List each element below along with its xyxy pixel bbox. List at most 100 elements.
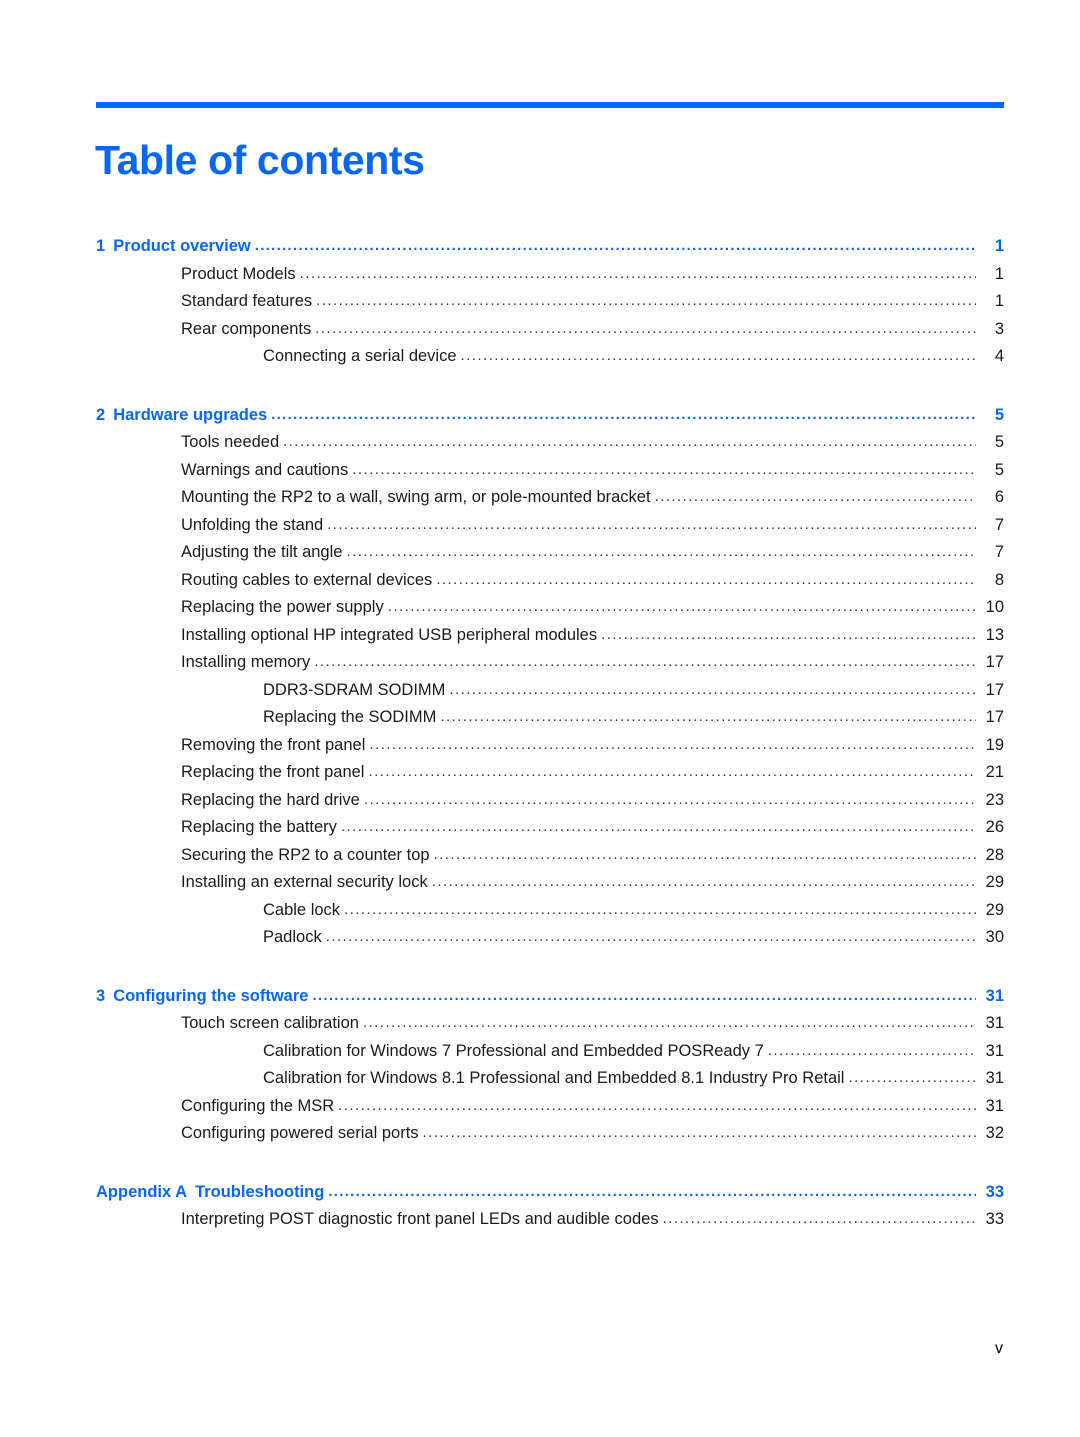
toc-leader-dots: ........................................…: [312, 987, 976, 1003]
toc-section-entry-level-1[interactable]: Tools needed............................…: [96, 434, 1004, 451]
toc-entry-label: Calibration for Windows 8.1 Professional…: [263, 1070, 844, 1087]
toc-section-entry-level-2[interactable]: Calibration for Windows 7 Professional a…: [96, 1042, 1004, 1060]
toc-entry-label: Removing the front panel: [181, 736, 365, 754]
toc-section-entry-level-1[interactable]: Removing the front panel................…: [96, 736, 1004, 754]
toc-section-entry-level-1[interactable]: Installing optional HP integrated USB pe…: [96, 626, 1004, 644]
toc-section-entry-level-1[interactable]: Replacing the power supply..............…: [96, 599, 1004, 616]
toc-section-entry-level-1[interactable]: Routing cables to external devices......…: [96, 570, 1004, 589]
toc-entry-label: Replacing the battery: [181, 819, 337, 836]
toc-section-entry-level-1[interactable]: Interpreting POST diagnostic front panel…: [96, 1211, 1004, 1228]
toc-chapter-entry[interactable]: 3 Configuring the software...............…: [96, 986, 1004, 1005]
toc-section-entry-level-1[interactable]: Product Models..........................…: [96, 264, 1004, 283]
toc-section-spacer: [96, 946, 1004, 962]
toc-section-entry-level-1[interactable]: Replacing the front panel...............…: [96, 764, 1004, 781]
toc-section-entry-level-1[interactable]: Configuring the MSR.....................…: [96, 1096, 1004, 1115]
toc-leader-dots: ........................................…: [460, 348, 976, 363]
toc-section-entry-level-2[interactable]: Replacing the SODIMM....................…: [96, 709, 1004, 726]
toc-section-entry-level-1[interactable]: Configuring powered serial ports........…: [96, 1125, 1004, 1142]
toc-entry-label: Configuring powered serial ports: [181, 1125, 419, 1142]
toc-section-entry-level-1[interactable]: Installing an external security lock....…: [96, 874, 1004, 891]
toc-entry-text: Standard features: [181, 292, 313, 310]
toc-section-entry-level-1[interactable]: Warnings and cautions...................…: [96, 461, 1004, 479]
toc-entry-page-number: 1: [994, 264, 1004, 283]
toc-entry-page-number: 6: [994, 488, 1004, 506]
toc-leader-dots: ........................................…: [327, 516, 976, 532]
toc-section-entry-level-1[interactable]: Touch screen calibration................…: [96, 1015, 1004, 1032]
toc-section-entry-level-1[interactable]: Installing memory.......................…: [96, 654, 1004, 671]
toc-section-entry-level-2[interactable]: DDR3-SDRAM SODIMM.......................…: [96, 680, 1004, 699]
toc-entry-number: 1: [96, 237, 106, 255]
toc-entry-text: Troubleshooting: [195, 1182, 325, 1201]
toc-entry-text: Product Models: [181, 264, 296, 283]
toc-entry-page-number: 5: [994, 405, 1004, 424]
toc-leader-dots: ........................................…: [767, 1042, 976, 1058]
toc-leader-dots: ........................................…: [662, 1211, 976, 1226]
toc-section-entry-level-1[interactable]: Adjusting the tilt angle................…: [96, 544, 1004, 561]
toc-leader-dots: ........................................…: [340, 819, 976, 834]
toc-entry-page-number: 7: [994, 515, 1004, 534]
toc-entry-page-number: 30: [985, 928, 1004, 946]
toc-entry-label: Cable lock: [263, 901, 340, 919]
table-of-contents: 1 Product overview.......................…: [96, 238, 1004, 1228]
toc-leader-dots: ........................................…: [433, 846, 976, 862]
toc-section-entry-level-1[interactable]: Unfolding the stand.....................…: [96, 515, 1004, 534]
toc-entry-label: Rear components: [181, 319, 312, 338]
toc-entry-page-number: 28: [985, 845, 1004, 864]
toc-chapter-entry[interactable]: 2 Hardware upgrades......................…: [96, 405, 1004, 424]
toc-entry-label: Securing the RP2 to a counter top: [181, 845, 430, 864]
toc-leader-dots: ........................................…: [431, 874, 976, 889]
toc-entry-page-number: 33: [985, 1210, 1004, 1228]
toc-entry-label: Adjusting the tilt angle: [181, 544, 342, 561]
toc-section-entry-level-2[interactable]: Padlock.................................…: [96, 929, 1004, 946]
toc-entry-text: Unfolding the stand: [181, 515, 324, 534]
toc-entry-label: Replacing the SODIMM: [263, 709, 436, 726]
toc-entry-number: Appendix A: [96, 1182, 188, 1201]
toc-entry-label: Standard features: [181, 293, 312, 310]
toc-leader-dots: ........................................…: [352, 461, 976, 477]
toc-leader-dots: ........................................…: [283, 434, 976, 449]
toc-chapter-entry[interactable]: 1 Product overview.......................…: [96, 238, 1004, 255]
toc-section-entry-level-1[interactable]: Securing the RP2 to a counter top.......…: [96, 845, 1004, 864]
toc-leader-dots: ........................................…: [848, 1070, 976, 1085]
toc-entry-label: 3 Configuring the software: [96, 986, 308, 1005]
toc-section-entry-level-2[interactable]: Connecting a serial device..............…: [96, 348, 1004, 365]
toc-section-entry-level-1[interactable]: Mounting the RP2 to a wall, swing arm, o…: [96, 489, 1004, 506]
toc-entry-label: Installing memory: [181, 654, 310, 671]
toc-section-entry-level-1[interactable]: Replacing the battery...................…: [96, 819, 1004, 836]
toc-entry-page-number: 29: [985, 873, 1004, 891]
footer-page-number: v: [995, 1340, 1003, 1357]
toc-section-entry-level-1[interactable]: Rear components.........................…: [96, 319, 1004, 338]
toc-entry-label: 2 Hardware upgrades: [96, 406, 267, 424]
toc-entry-text: Replacing the battery: [181, 818, 337, 836]
toc-leader-dots: ........................................…: [449, 681, 976, 697]
toc-entry-label: Warnings and cautions: [181, 461, 348, 479]
toc-entry-text: Routing cables to external devices: [181, 570, 433, 589]
toc-section-entry-level-2[interactable]: Cable lock..............................…: [96, 901, 1004, 919]
toc-entry-page-number: 31: [985, 1096, 1004, 1115]
toc-entry-text: Adjusting the tilt angle: [181, 543, 343, 561]
toc-section-entry-level-1[interactable]: Standard features.......................…: [96, 293, 1004, 310]
toc-leader-dots: ........................................…: [387, 599, 976, 614]
toc-leader-dots: ........................................…: [316, 293, 976, 308]
toc-entry-text: Connecting a serial device: [263, 347, 457, 365]
toc-leader-dots: ........................................…: [299, 265, 976, 281]
toc-leader-dots: ........................................…: [271, 406, 976, 422]
toc-entry-page-number: 31: [985, 1069, 1004, 1087]
toc-entry-text: Touch screen calibration: [181, 1014, 359, 1032]
toc-entry-label: Replacing the hard drive: [181, 791, 360, 809]
toc-entry-text: Securing the RP2 to a counter top: [181, 845, 430, 864]
toc-entry-page-number: 23: [985, 790, 1004, 809]
toc-entry-text: Rear components: [181, 319, 312, 338]
toc-entry-text: Calibration for Windows 8.1 Professional…: [263, 1069, 845, 1087]
toc-leader-dots: ........................................…: [254, 238, 976, 253]
toc-chapter-entry[interactable]: Appendix A Troubleshooting...............…: [96, 1182, 1004, 1201]
toc-leader-dots: ........................................…: [422, 1125, 976, 1140]
toc-entry-label: Configuring the MSR: [181, 1097, 334, 1115]
toc-section-entry-level-1[interactable]: Replacing the hard drive................…: [96, 790, 1004, 809]
toc-section-entry-level-2[interactable]: Calibration for Windows 8.1 Professional…: [96, 1070, 1004, 1087]
toc-entry-page-number: 26: [985, 818, 1004, 836]
toc-entry-text: DDR3-SDRAM SODIMM: [263, 680, 446, 699]
toc-entry-number: 3: [96, 986, 106, 1005]
toc-entry-page-number: 10: [985, 598, 1004, 616]
toc-entry-text: Replacing the power supply: [181, 598, 384, 616]
